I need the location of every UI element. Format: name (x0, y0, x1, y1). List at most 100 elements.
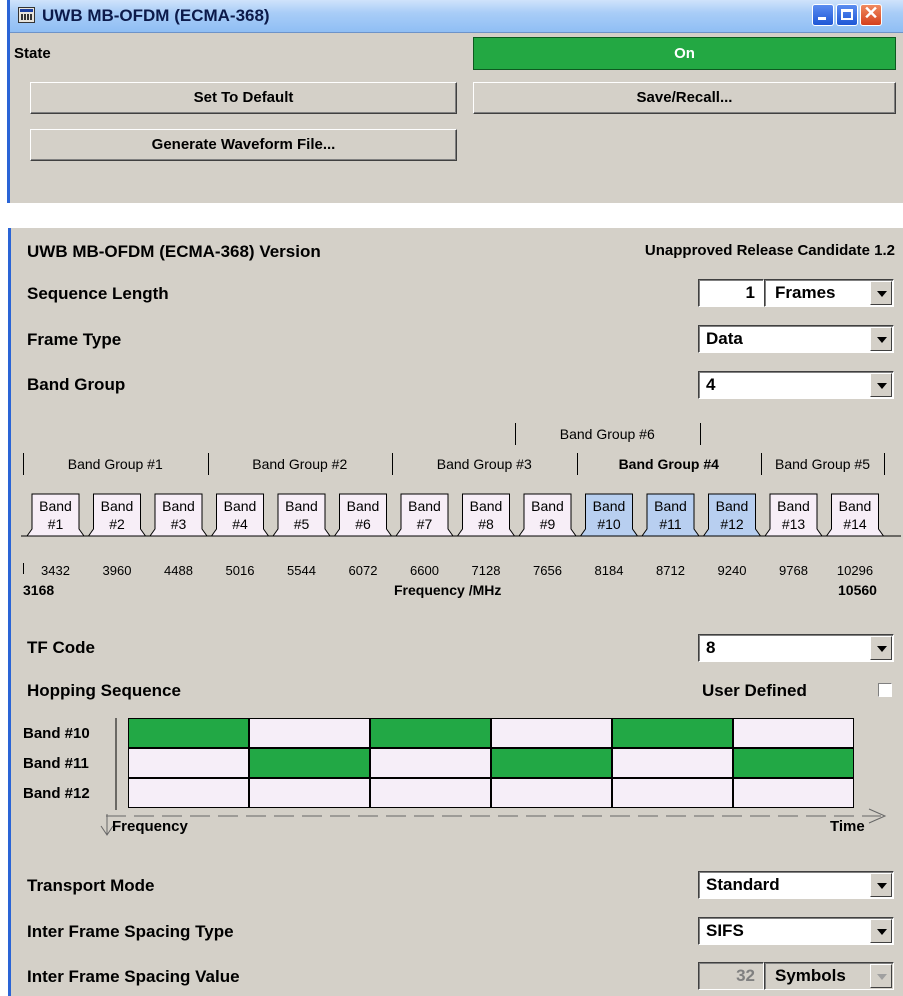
band-group-label: Band Group (27, 375, 126, 394)
band-group-label: Band Group #2 (252, 456, 348, 472)
band-group-separator (392, 453, 393, 475)
band-number-label: #3 (171, 516, 187, 532)
sequence-length-unit-select[interactable]: Frames (764, 279, 894, 307)
band-7: Band #7 (395, 493, 454, 537)
band-group-separator (23, 453, 24, 475)
hopping-sequence-label: Hopping Sequence (27, 681, 181, 700)
band-plan-bands: Band#1Band#2Band#3Band#4Band#5Band#6Band… (21, 493, 901, 537)
band-group-label: Band Group #4 (618, 456, 719, 472)
frame-type-value: Data (706, 329, 743, 348)
sequence-length-label: Sequence Length (27, 284, 169, 303)
version-value: Unapproved Release Candidate 1.2 (644, 242, 895, 259)
frequency-tick-label: 8184 (594, 563, 624, 578)
band-group-separator (884, 453, 885, 475)
state-toggle-button[interactable]: On (473, 37, 896, 70)
chevron-down-icon[interactable] (870, 327, 892, 351)
frequency-min-tick (23, 563, 24, 574)
save-recall-button[interactable]: Save/Recall... (473, 82, 896, 114)
band-group-separator (576, 453, 578, 475)
band-2: Band #2 (88, 493, 146, 537)
tf-code-select[interactable]: 8 (698, 634, 894, 662)
tf-code-value: 8 (706, 638, 716, 657)
frequency-tick-label: 7128 (471, 563, 501, 578)
band-group-label: Band Group #3 (436, 456, 532, 472)
band-number-label: #10 (597, 516, 621, 532)
band-word-label: Band (654, 498, 687, 514)
transport-mode-value: Standard (706, 875, 780, 894)
hop-row-label: Band #10 (23, 725, 90, 742)
chevron-down-icon[interactable] (870, 873, 892, 897)
version-label: UWB MB-OFDM (ECMA-368) Version (27, 242, 321, 261)
minimize-button[interactable] (812, 4, 834, 26)
ifs-unit-value: Symbols (775, 966, 846, 985)
band-word-label: Band (347, 498, 380, 514)
settings-panel: UWB MB-OFDM (ECMA-368) Version Unapprove… (8, 228, 903, 996)
frequency-tick-label: 3960 (102, 563, 132, 578)
band-group-label: Band Group #6 (559, 426, 655, 442)
ifs-value-label: Inter Frame Spacing Value (27, 967, 240, 986)
band-13: Band #13 (764, 493, 823, 537)
generate-waveform-button[interactable]: Generate Waveform File... (30, 129, 457, 161)
chevron-down-icon[interactable] (870, 919, 892, 943)
window-title: UWB MB-OFDM (ECMA-368) (42, 6, 270, 25)
tf-code-label: TF Code (27, 638, 95, 657)
band-group-value: 4 (706, 375, 716, 394)
band-group-separator (515, 423, 516, 445)
band-number-label: #2 (109, 516, 125, 532)
band-6: Band #6 (334, 493, 392, 537)
band-10: Band #10 (580, 493, 638, 537)
band-word-label: Band (777, 498, 810, 514)
transport-mode-select[interactable]: Standard (698, 871, 894, 899)
band-14: Band #14 (826, 493, 884, 537)
frequency-tick-label: 6600 (410, 563, 439, 578)
frame-type-select[interactable]: Data (698, 325, 894, 353)
band-group-select[interactable]: 4 (698, 371, 894, 399)
frequency-axis-label: Frequency (112, 818, 188, 835)
band-number-label: #13 (782, 516, 806, 532)
ifs-type-select[interactable]: SIFS (698, 917, 894, 945)
chevron-down-icon[interactable] (870, 281, 892, 305)
maximize-button[interactable] (836, 4, 858, 26)
time-axis-label: Time (830, 818, 865, 835)
band-4: Band #4 (211, 493, 269, 537)
ifs-value: 32 (736, 966, 755, 985)
band-group-label: Band Group #1 (67, 456, 163, 472)
close-button[interactable]: ✕ (860, 3, 882, 26)
band-8: Band #8 (457, 493, 515, 537)
band-number-label: #9 (540, 516, 556, 532)
band-word-label: Band (408, 498, 441, 514)
sequence-length-input[interactable]: 1 (698, 279, 764, 307)
freq-max-label: 10560 (838, 582, 877, 598)
user-defined-checkbox[interactable] (878, 683, 892, 697)
band-number-label: #12 (720, 516, 744, 532)
minimize-icon (818, 17, 826, 20)
band-word-label: Band (101, 498, 134, 514)
band-number-label: #6 (355, 516, 371, 532)
chevron-down-icon[interactable] (870, 373, 892, 397)
band-number-label: #14 (843, 516, 867, 532)
band-word-label: Band (224, 498, 257, 514)
band-12: Band #12 (703, 493, 761, 537)
band-number-label: #1 (48, 516, 64, 532)
chevron-down-icon[interactable] (870, 636, 892, 660)
state-label: State (14, 45, 51, 62)
transport-mode-label: Transport Mode (27, 876, 155, 895)
hopping-axes (100, 718, 887, 836)
frequency-tick-label: 5544 (287, 563, 316, 578)
freq-min-label: 3168 (23, 582, 55, 598)
close-icon: ✕ (863, 3, 879, 23)
frequency-tick-label: 3432 (41, 563, 70, 578)
sequence-length-value: 1 (745, 283, 755, 302)
frequency-tick-label: 8712 (656, 563, 685, 578)
band-1: Band #1 (26, 493, 85, 537)
frequency-tick-label: 4488 (164, 563, 193, 578)
band-word-label: Band (531, 498, 564, 514)
maximize-icon (841, 9, 853, 20)
band-group-separator (761, 453, 762, 475)
band-9: Band #9 (518, 493, 577, 537)
set-to-default-button[interactable]: Set To Default (30, 82, 457, 114)
band-number-label: #8 (478, 516, 494, 532)
title-bar[interactable]: UWB MB-OFDM (ECMA-368) ✕ (10, 0, 903, 33)
band-group-separator (207, 453, 209, 475)
band-number-label: #4 (232, 516, 248, 532)
